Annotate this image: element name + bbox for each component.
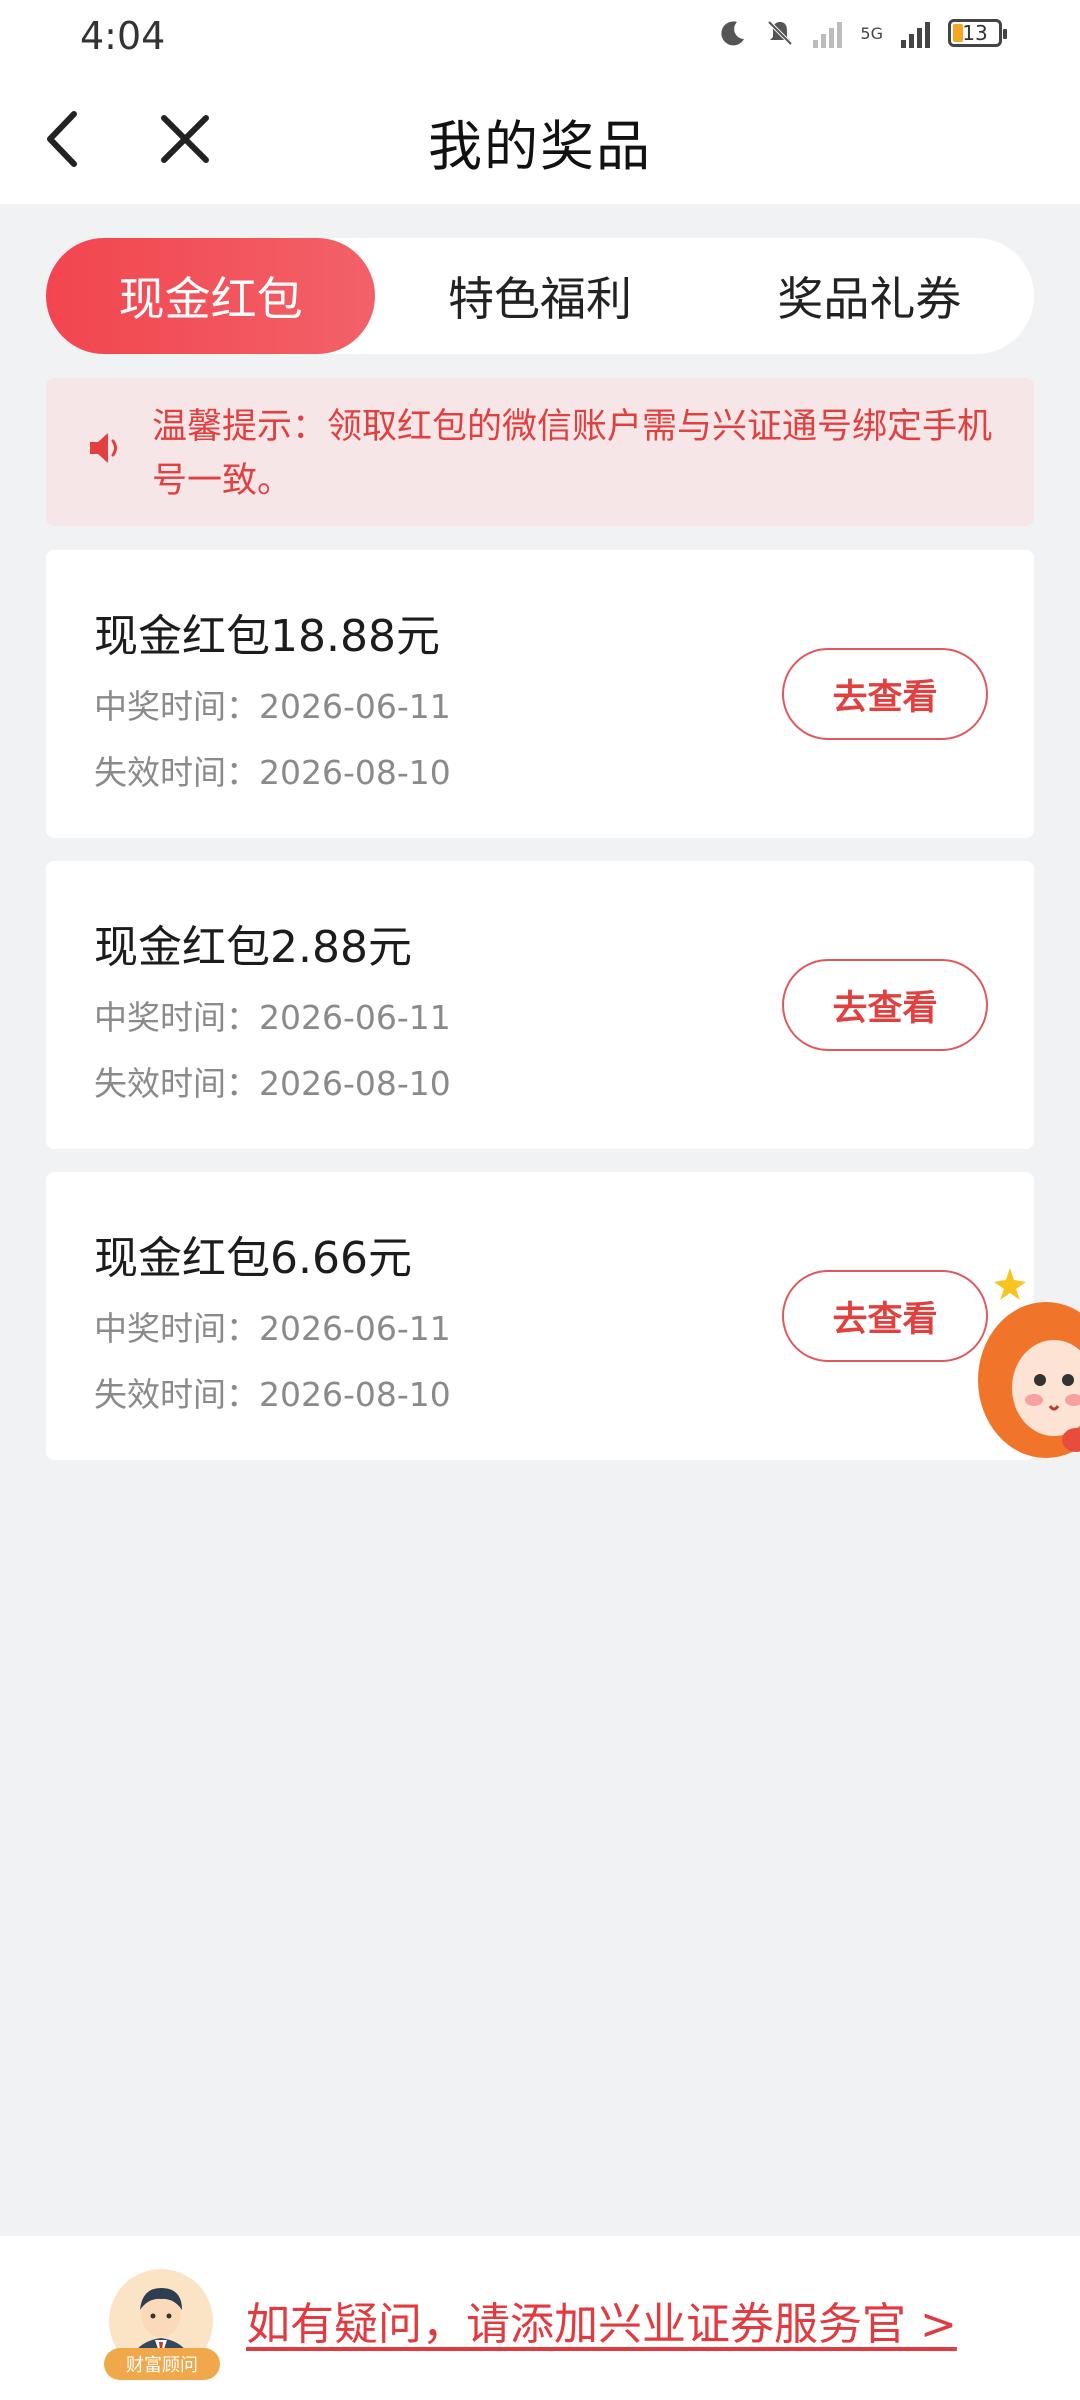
footer-bar: 财富顾问 如有疑问，请添加兴业证券服务官 >: [0, 2236, 1080, 2400]
nav-bar: 我的奖品: [0, 74, 1080, 204]
moon-icon: [721, 21, 745, 46]
status-time: 4:04: [80, 14, 166, 58]
prize-expire-time: 失效时间：2026-08-10: [94, 753, 451, 792]
prize-card: 现金红包2.88元 中奖时间：2026-06-11 失效时间：2026-08-1…: [46, 861, 1034, 1149]
network-type: 5G: [860, 23, 883, 43]
speaker-icon: [90, 433, 117, 463]
prize-tabs: 现金红包 特色福利 奖品礼券: [46, 238, 1034, 354]
add-service-officer-link[interactable]: 如有疑问，请添加兴业证券服务官 >: [246, 2288, 957, 2352]
bell-muted-icon: [768, 20, 793, 46]
prize-title: 现金红包2.88元: [94, 922, 412, 973]
page-title: 我的奖品: [428, 115, 652, 178]
advisor-tag: 财富顾问: [104, 2348, 220, 2380]
signal-sim1-icon: [813, 18, 843, 48]
prize-card: 现金红包6.66元 中奖时间：2026-06-11 失效时间：2026-08-1…: [46, 1172, 1034, 1460]
prize-title: 现金红包6.66元: [94, 1233, 412, 1284]
prize-expire-time: 失效时间：2026-08-10: [94, 1375, 451, 1414]
prize-win-time: 中奖时间：2026-06-11: [94, 1309, 451, 1348]
view-button[interactable]: 去查看: [782, 1270, 988, 1362]
signal-sim2-icon: [901, 18, 930, 48]
view-button[interactable]: 去查看: [782, 959, 988, 1051]
mascot-icon[interactable]: [976, 1260, 1080, 1464]
prize-win-time: 中奖时间：2026-06-11: [94, 687, 451, 726]
prize-card: 现金红包18.88元 中奖时间：2026-06-11 失效时间：2026-08-…: [46, 550, 1034, 838]
status-icons: 5G 13: [719, 18, 1007, 48]
battery-level: 13: [962, 21, 988, 45]
tab-cash-red-packet[interactable]: 现金红包: [46, 238, 376, 354]
notice-text: 温馨提示：领取红包的微信账户需与兴证通号绑定手机号一致。: [152, 407, 993, 501]
tab-prize-coupons[interactable]: 奖品礼券: [705, 238, 1034, 354]
prize-expire-time: 失效时间：2026-08-10: [94, 1064, 451, 1103]
prizes-page: 4:04 5G 13 我的奖品 现金红包 特色福利 奖品礼券 温馨提示：领取红包…: [0, 0, 1080, 2400]
notice-banner: 温馨提示：领取红包的微信账户需与兴证通号绑定手机号一致。: [46, 378, 1034, 526]
prize-win-time: 中奖时间：2026-06-11: [94, 998, 451, 1037]
status-bar: 4:04 5G 13: [0, 0, 1080, 74]
tab-special-benefits[interactable]: 特色福利: [375, 238, 704, 354]
battery-icon: 13: [948, 19, 1007, 47]
prize-title: 现金红包18.88元: [94, 611, 440, 662]
view-button[interactable]: 去查看: [782, 648, 988, 740]
